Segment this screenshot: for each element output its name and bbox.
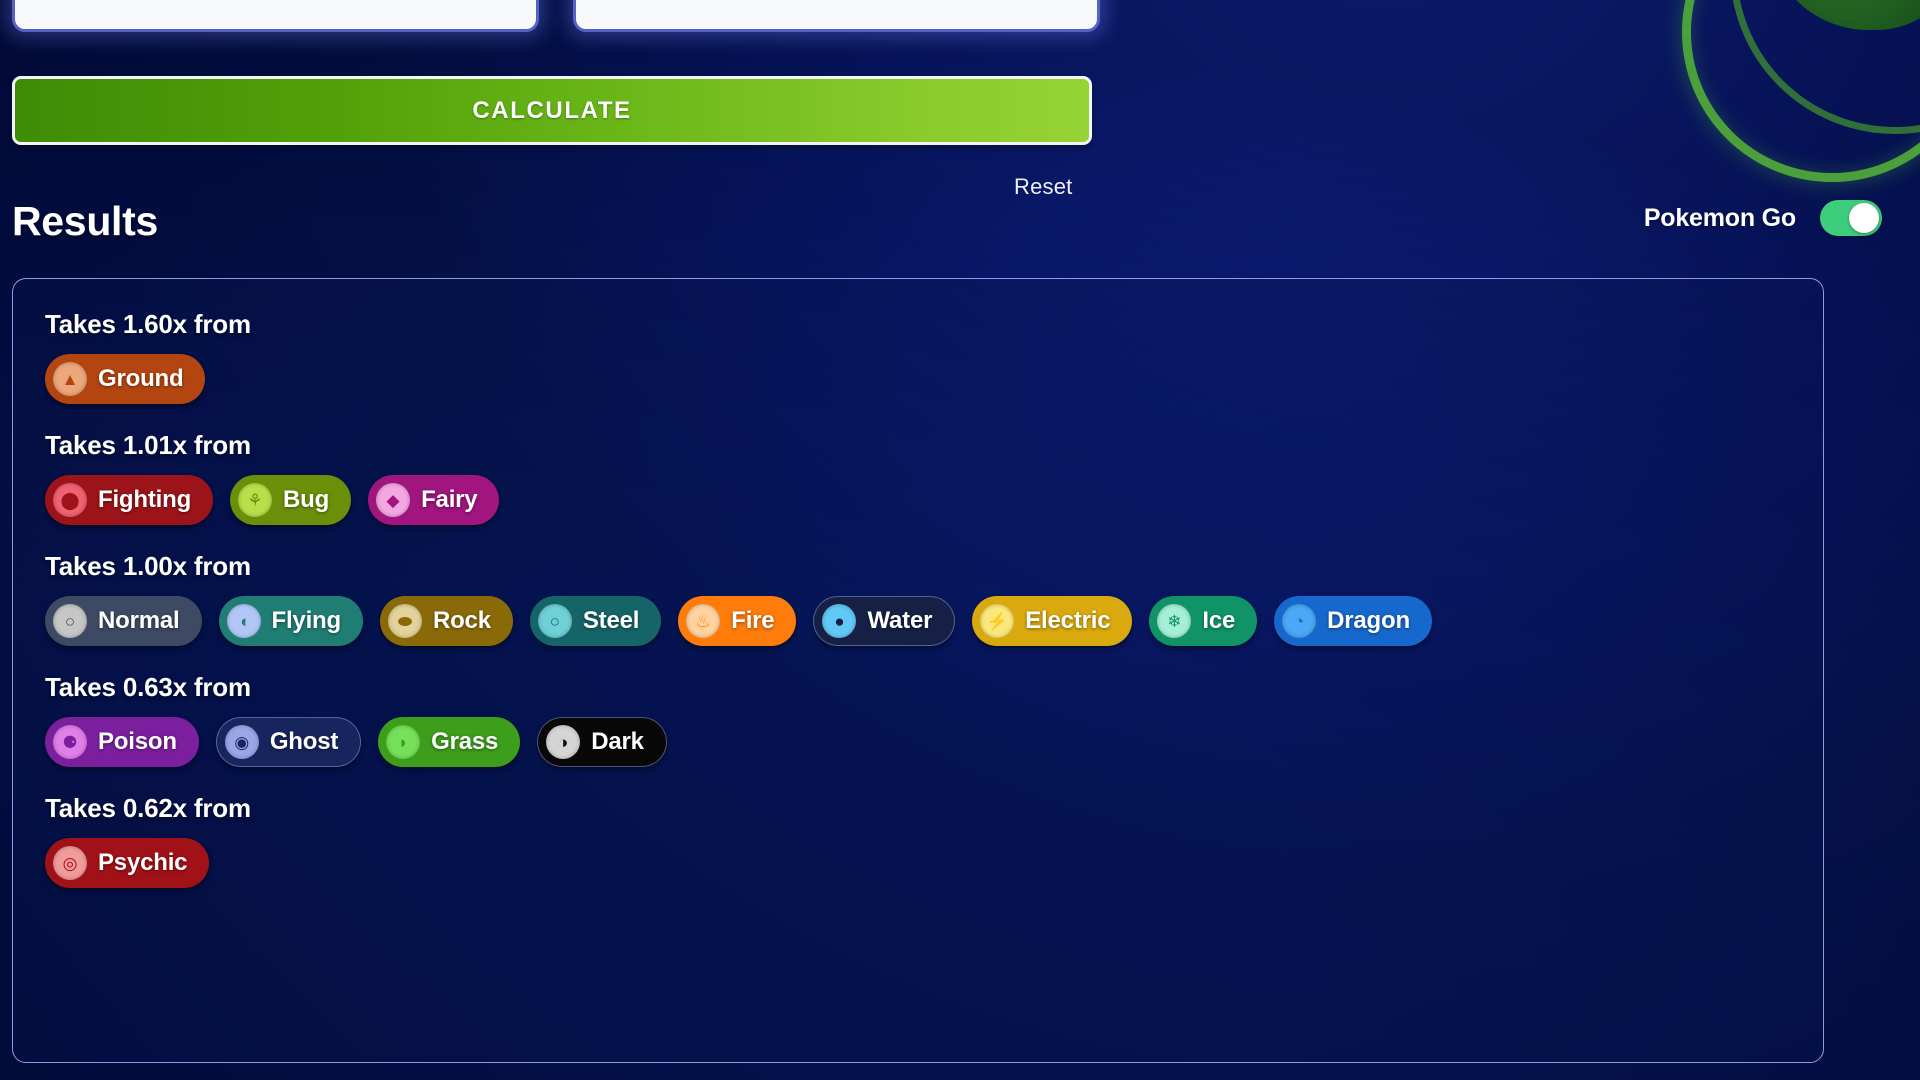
- type-2-select[interactable]: Dark ✕: [573, 0, 1100, 32]
- type-badge-label: Steel: [582, 607, 640, 634]
- type-badge-label: Fire: [731, 607, 775, 634]
- type-badge-label: Electric: [1025, 607, 1111, 634]
- type-badge-row: ⬤ Fighting ⚘ Bug ◆ Fairy: [45, 475, 1823, 525]
- type-badge-label: Ghost: [269, 728, 339, 755]
- toggle-knob: [1849, 203, 1879, 233]
- type-badge[interactable]: ◎ Psychic: [45, 838, 210, 888]
- fighting-type-icon: ⬤: [53, 483, 87, 517]
- psychic-type-icon: ◎: [53, 846, 87, 880]
- pokemon-go-toggle-label: Pokemon Go: [1643, 203, 1796, 232]
- result-group: Takes 1.01x from ⬤ Fighting ⚘ Bug ◆ Fairy: [45, 430, 1823, 525]
- poison-type-icon: ⚈: [53, 725, 87, 759]
- fairy-type-icon: ◆: [376, 483, 411, 517]
- type-1-select[interactable]: Poison ✕: [12, 0, 539, 32]
- type-badge[interactable]: ● Water: [813, 596, 956, 646]
- type-badge-label: Ground: [98, 365, 184, 392]
- type-badge-row: ⚈ Poison ◉ Ghost ◗ Grass ◑ Dark: [45, 717, 1823, 767]
- type-badge-label: Psychic: [98, 849, 188, 876]
- type-badge-label: Dark: [591, 728, 644, 755]
- fire-type-icon: ♨: [686, 604, 721, 638]
- results-card: Takes 1.60x from ▲ Ground Takes 1.01x from ⬤…: [12, 278, 1824, 1063]
- calculate-button[interactable]: CALCULATE: [12, 76, 1092, 145]
- normal-type-icon: ○: [53, 604, 87, 638]
- result-group-title: Takes 0.62x from: [45, 793, 251, 823]
- type-badge[interactable]: ◑ Dark: [537, 717, 667, 767]
- type-badge[interactable]: ◆ Fairy: [368, 475, 500, 525]
- type-badge-label: Flying: [271, 607, 342, 634]
- result-group: Takes 1.00x from ○ Normal ◖ Flying ⬬ Rock ○ Stee…: [45, 551, 1823, 646]
- electric-type-icon: ⚡: [980, 604, 1015, 638]
- type-badge[interactable]: ⚡ Electric: [972, 596, 1133, 646]
- type-badge-row: ▲ Ground: [45, 354, 1823, 404]
- ghost-type-icon: ◉: [224, 725, 259, 759]
- type-badge-row: ◎ Psychic: [45, 838, 1823, 888]
- type-badge[interactable]: ○ Steel: [529, 596, 662, 646]
- calculate-button-label: CALCULATE: [472, 96, 632, 124]
- type-select-row: Poison ✕ Dark ✕: [12, 0, 1100, 32]
- reset-link[interactable]: Reset: [1014, 174, 1072, 200]
- result-group-title: Takes 1.60x from: [45, 309, 251, 339]
- type-badge-label: Poison: [98, 728, 177, 755]
- type-1-select-value: Poison: [37, 0, 115, 6]
- type-badge[interactable]: ⬬ Rock: [379, 596, 513, 646]
- type-badge-label: Fighting: [98, 486, 192, 513]
- type-badge[interactable]: ⚘ Bug: [230, 475, 352, 525]
- type-badge-label: Grass: [431, 728, 499, 755]
- type-badge[interactable]: ⬤ Fighting: [45, 475, 214, 525]
- dark-type-icon: ◑: [546, 725, 581, 759]
- type-badge[interactable]: ▲ Ground: [45, 354, 206, 404]
- close-icon[interactable]: ✕: [470, 0, 492, 4]
- result-group-title: Takes 1.01x from: [45, 430, 251, 460]
- type-badge-label: Normal: [98, 607, 180, 634]
- type-badge-label: Dragon: [1327, 607, 1410, 634]
- type-badge-row: ○ Normal ◖ Flying ⬬ Rock ○ Steel ♨ Fire ● Water ⚡ Ele…: [45, 596, 1823, 646]
- type-badge-label: Rock: [432, 607, 491, 634]
- pokemon-go-toggle-group: Pokemon Go: [1644, 200, 1882, 236]
- type-badge[interactable]: ❄ Ice: [1149, 596, 1258, 646]
- pokemon-go-toggle[interactable]: [1820, 200, 1882, 236]
- result-group: Takes 1.60x from ▲ Ground: [45, 309, 1823, 404]
- type-badge[interactable]: ◔ Dragon: [1274, 596, 1432, 646]
- type-badge-label: Bug: [283, 486, 330, 513]
- close-icon[interactable]: ✕: [1031, 0, 1053, 4]
- result-group: Takes 0.62x from ◎ Psychic: [45, 793, 1823, 888]
- flying-type-icon: ◖: [226, 604, 261, 638]
- steel-type-icon: ○: [537, 604, 572, 638]
- type-badge-label: Fairy: [421, 486, 478, 513]
- type-2-select-value: Dark: [598, 0, 652, 6]
- type-badge[interactable]: ♨ Fire: [678, 596, 797, 646]
- result-group: Takes 0.63x from ⚈ Poison ◉ Ghost ◗ Grass ◑ Dark: [45, 672, 1823, 767]
- page-title: Results: [12, 198, 159, 244]
- type-badge[interactable]: ○ Normal: [45, 596, 202, 646]
- ice-type-icon: ❄: [1157, 604, 1192, 638]
- ground-type-icon: ▲: [53, 362, 87, 396]
- result-group-title: Takes 0.63x from: [45, 672, 251, 702]
- type-badge-label: Ice: [1202, 607, 1236, 634]
- type-badge[interactable]: ⚈ Poison: [45, 717, 199, 767]
- type-badge-label: Water: [867, 607, 933, 634]
- grass-type-icon: ◗: [386, 725, 421, 759]
- type-badge[interactable]: ◗ Grass: [378, 717, 521, 767]
- rock-type-icon: ⬬: [387, 604, 422, 638]
- water-type-icon: ●: [822, 604, 857, 638]
- result-group-title: Takes 1.00x from: [45, 551, 251, 581]
- bug-type-icon: ⚘: [238, 483, 273, 517]
- dragon-type-icon: ◔: [1282, 604, 1317, 638]
- type-badge[interactable]: ◉ Ghost: [215, 717, 362, 767]
- type-badge[interactable]: ◖ Flying: [218, 596, 363, 646]
